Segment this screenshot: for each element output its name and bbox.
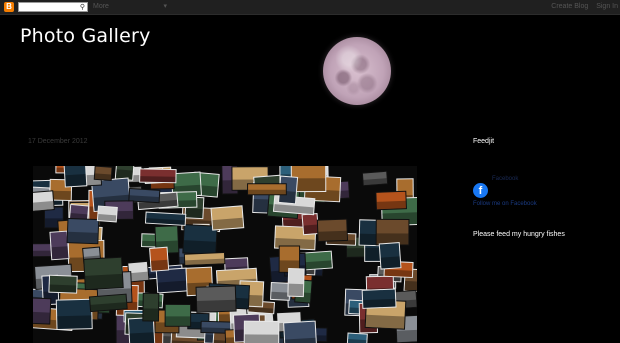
blogger-navbar: B ⚲ More ▾ Create Blog Sign In [0, 0, 620, 15]
feedjit-heading: Feedjit [473, 138, 495, 145]
chevron-down-icon: ▾ [163, 3, 167, 10]
more-label: More [93, 3, 109, 10]
blogger-logo-icon[interactable]: B [4, 2, 14, 12]
photo-collage-image[interactable] [33, 166, 417, 343]
search-input[interactable]: ⚲ [18, 2, 88, 12]
facebook-icon[interactable]: f [473, 183, 488, 198]
fishes-heading: Please feed my hungry fishes [473, 231, 565, 238]
create-blog-link[interactable]: Create Blog [551, 3, 588, 10]
search-icon[interactable]: ⚲ [80, 3, 85, 12]
post-date: 17 December 2012 [28, 138, 88, 145]
navbar-links: Create Blog Sign In [545, 1, 618, 12]
moon-image [323, 37, 391, 105]
more-menu[interactable]: More ▾ [93, 1, 167, 12]
facebook-follow-link[interactable]: Follow me on Facebook [473, 201, 537, 207]
sign-in-link[interactable]: Sign In [596, 3, 618, 10]
facebook-label: Facebook [492, 176, 519, 182]
page-title[interactable]: Photo Gallery [20, 24, 151, 48]
